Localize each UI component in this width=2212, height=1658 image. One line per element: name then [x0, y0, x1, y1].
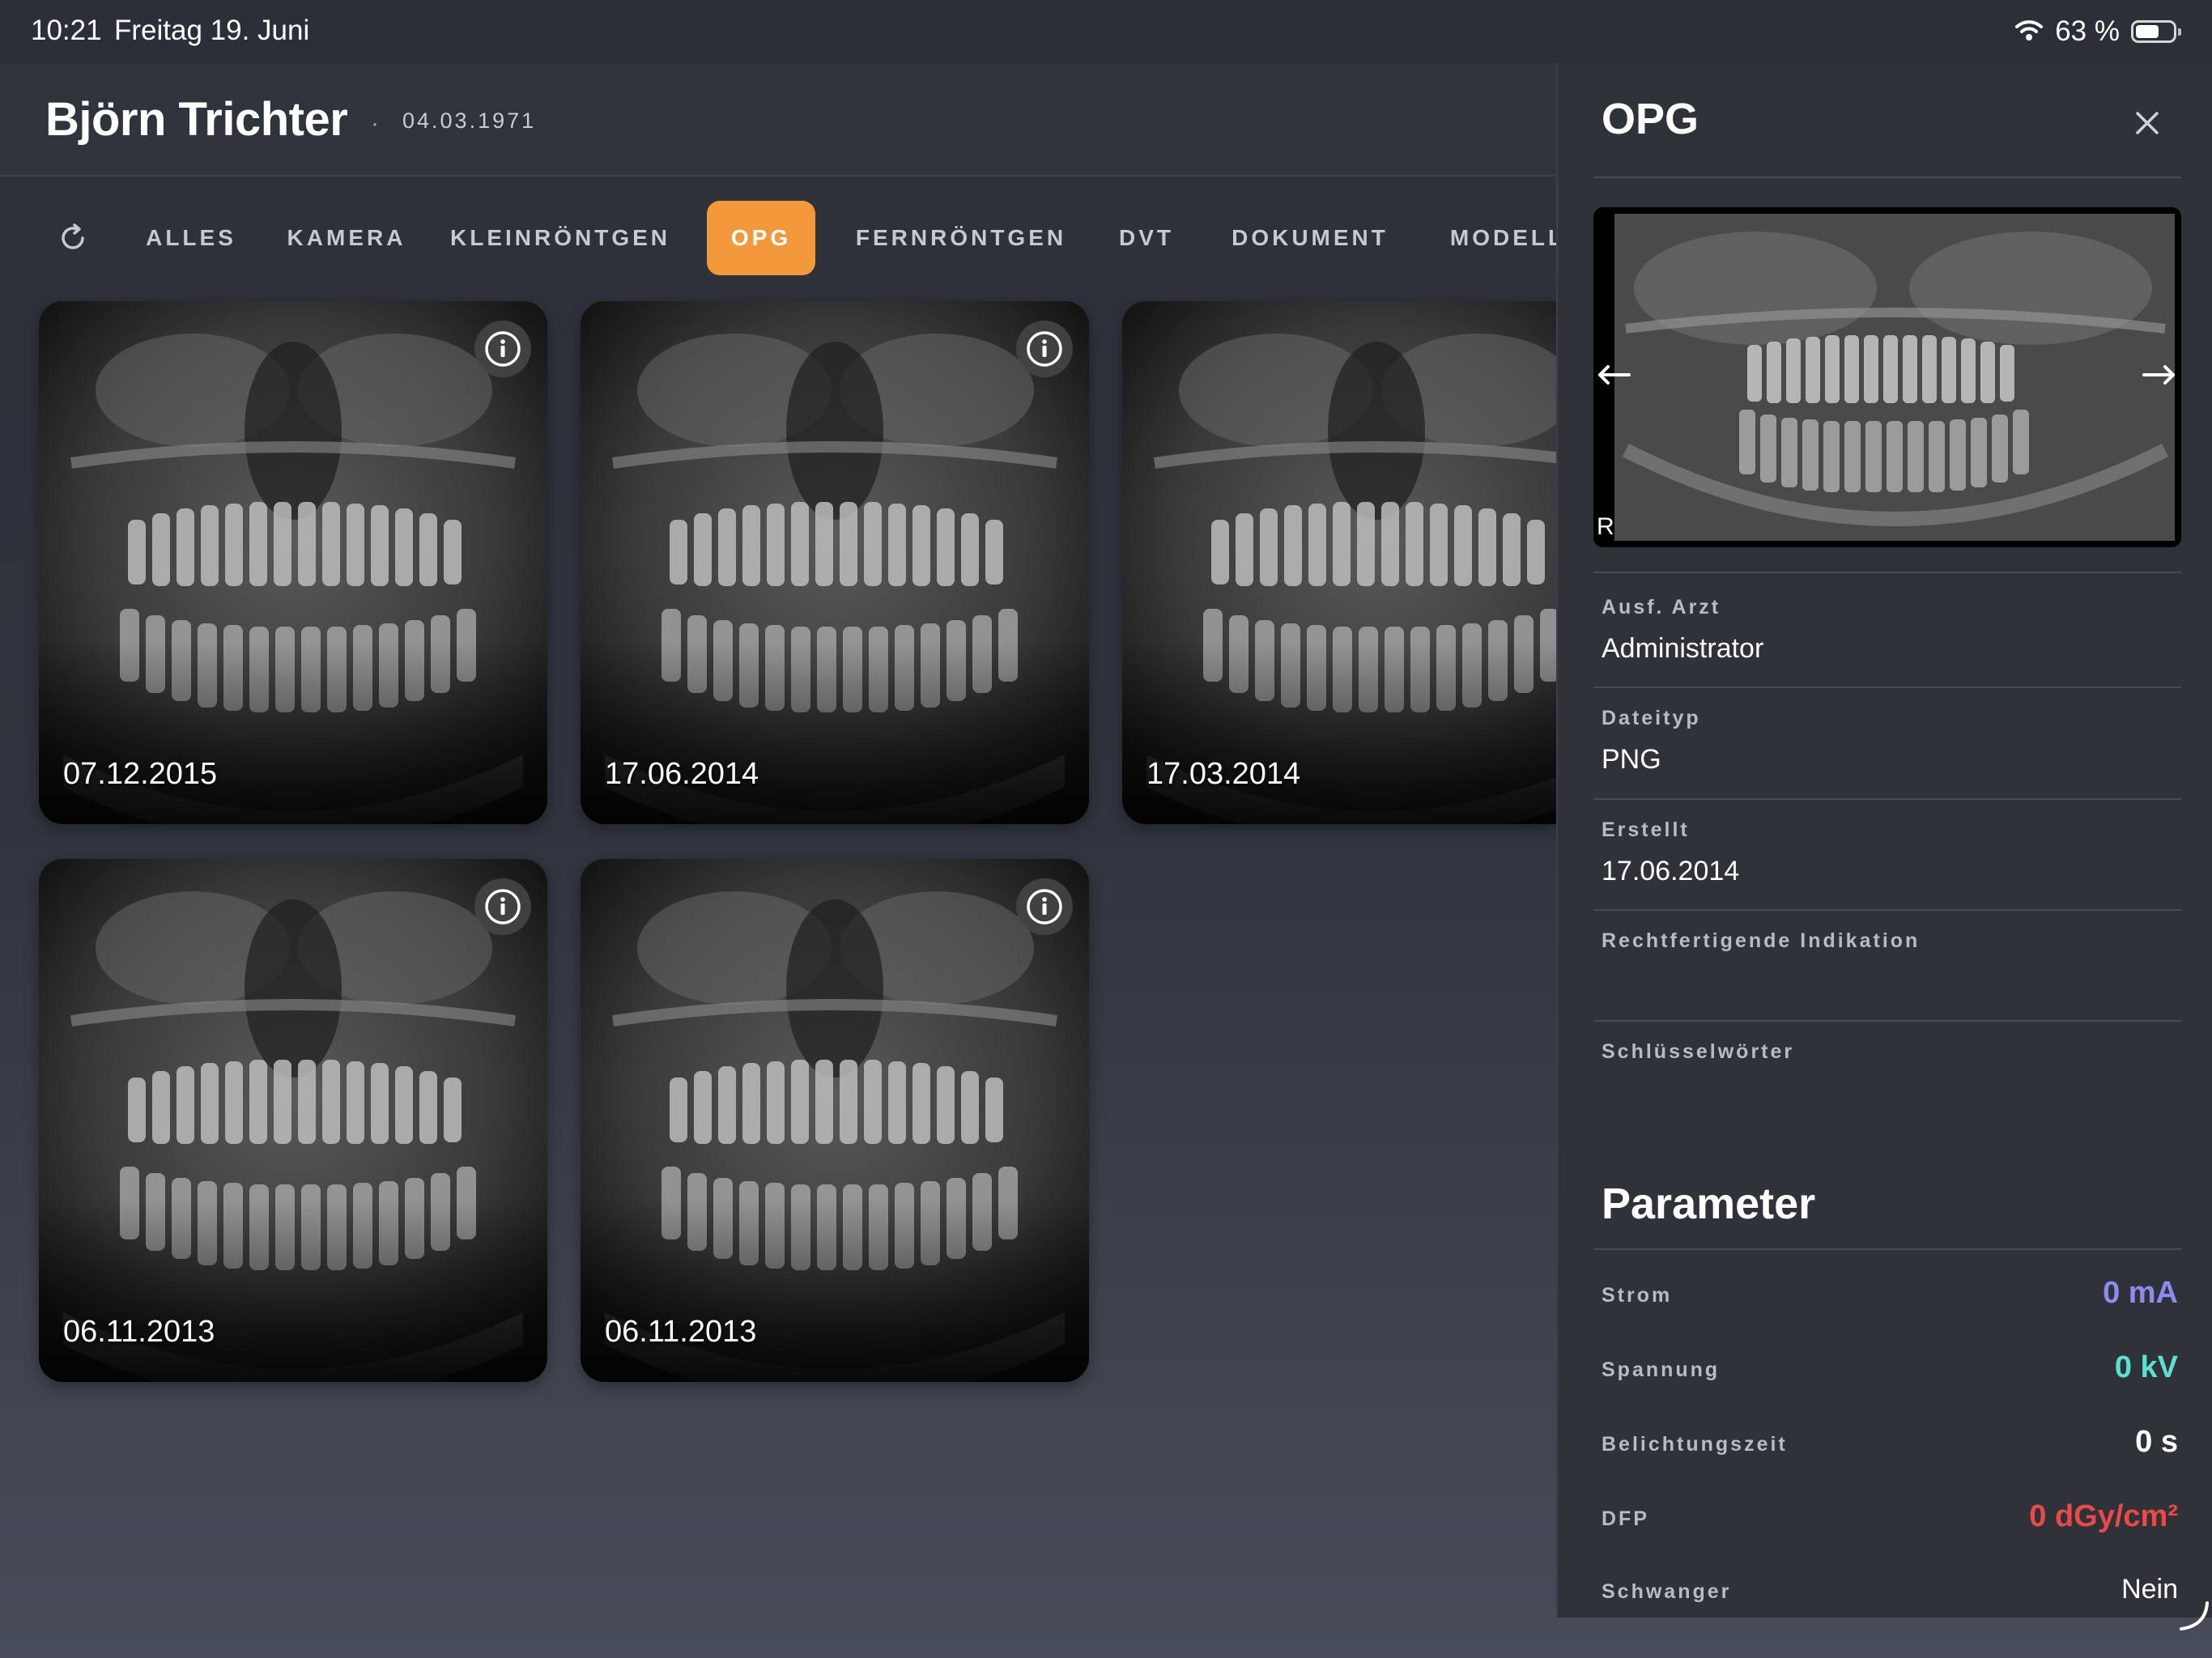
- param-label-belichtungszeit: Belichtungszeit: [1602, 1433, 1788, 1456]
- wifi-icon: [2014, 18, 2044, 46]
- xray-date: 06.11.2013: [63, 1315, 215, 1349]
- param-value-schwanger: Nein: [2121, 1574, 2178, 1605]
- info-icon[interactable]: [474, 878, 531, 935]
- tab-alles[interactable]: ALLES: [126, 201, 256, 275]
- field-label-arzt: Ausf. Arzt: [1602, 596, 1721, 619]
- xray-card[interactable]: 17.03.2014: [1122, 301, 1556, 824]
- tab-fernroentgen[interactable]: FERNRÖNTGEN: [847, 201, 1075, 275]
- xray-date: 07.12.2015: [63, 757, 218, 791]
- xray-card[interactable]: 06.11.2013: [39, 859, 547, 1382]
- detail-panel: OPG R Ausf. Arzt Administrator Dateityp …: [1556, 63, 2212, 1618]
- divider: [1593, 572, 2181, 573]
- divider: [1593, 176, 2181, 178]
- patient-header: Björn Trichter · 04.03.1971: [0, 63, 1556, 176]
- info-icon[interactable]: [1016, 321, 1073, 377]
- tab-opg[interactable]: OPG: [707, 201, 815, 275]
- param-label-spannung: Spannung: [1602, 1358, 1721, 1381]
- field-value-dateityp: PNG: [1602, 744, 1661, 775]
- param-value-belichtungszeit: 0 s: [2135, 1425, 2178, 1459]
- info-icon[interactable]: [474, 321, 531, 377]
- param-value-dfp: 0 dGy/cm²: [2029, 1499, 2178, 1533]
- divider: [1593, 1248, 2181, 1250]
- divider: [1593, 909, 2181, 911]
- xray-date: 17.06.2014: [605, 757, 759, 791]
- param-label-dfp: DFP: [1602, 1507, 1649, 1530]
- xray-thumbnail: [581, 301, 1089, 824]
- tab-dokument[interactable]: DOKUMENT: [1221, 201, 1399, 275]
- resize-handle-icon[interactable]: [2178, 1600, 2210, 1632]
- status-right: 63 %: [2014, 11, 2181, 52]
- field-value-arzt: Administrator: [1602, 633, 1764, 664]
- xray-card[interactable]: 17.06.2014: [581, 301, 1089, 824]
- divider: [1593, 687, 2181, 688]
- divider: [1593, 798, 2181, 800]
- param-label-strom: Strom: [1602, 1284, 1673, 1307]
- xray-card[interactable]: 06.11.2013: [581, 859, 1089, 1382]
- app-root: 10:21 Freitag 19. Juni 63 % Björn Tricht…: [0, 0, 2212, 1658]
- header-separator: ·: [371, 110, 379, 137]
- info-icon[interactable]: [1016, 878, 1073, 935]
- xray-date: 17.03.2014: [1146, 757, 1301, 791]
- preview-marker: R: [1597, 513, 1614, 540]
- battery-icon: [2131, 20, 2181, 43]
- refresh-icon[interactable]: [55, 220, 91, 256]
- tab-kamera[interactable]: KAMERA: [274, 201, 419, 275]
- parameters-heading: Parameter: [1602, 1180, 1816, 1228]
- battery-percent: 63 %: [2055, 15, 2120, 47]
- arrow-right-icon[interactable]: [2141, 363, 2178, 391]
- param-value-spannung: 0 kV: [2114, 1350, 2178, 1384]
- close-icon[interactable]: [2128, 104, 2167, 142]
- divider: [1593, 1020, 2181, 1022]
- patient-dob: 04.03.1971: [402, 108, 537, 133]
- param-value-strom: 0 mA: [2103, 1276, 2178, 1310]
- status-bar: 10:21 Freitag 19. Juni 63 %: [0, 0, 2212, 63]
- xray-date: 06.11.2013: [605, 1315, 757, 1349]
- arrow-left-icon[interactable]: [1595, 363, 1632, 391]
- field-label-erstellt: Erstellt: [1602, 818, 1690, 841]
- status-time: 10:21: [31, 15, 102, 46]
- param-label-schwanger: Schwanger: [1602, 1580, 1732, 1603]
- tab-kleinroentgen[interactable]: KLEINRÖNTGEN: [447, 201, 674, 275]
- panel-title: OPG: [1602, 95, 1699, 143]
- patient-name: Björn Trichter: [45, 93, 348, 146]
- status-date: Freitag 19. Juni: [114, 15, 310, 46]
- tab-modell[interactable]: MODELL: [1435, 201, 1556, 275]
- xray-thumbnail: [1122, 301, 1556, 824]
- xray-preview-image: R: [1593, 207, 2181, 547]
- field-value-erstellt: 17.06.2014: [1602, 856, 1740, 886]
- field-label-schluesselwoerter: Schlüsselwörter: [1602, 1040, 1795, 1063]
- xray-thumbnail: [581, 859, 1089, 1382]
- field-label-indikation: Rechtfertigende Indikation: [1602, 929, 1921, 952]
- xray-thumbnail: [39, 859, 547, 1382]
- image-preview[interactable]: R: [1593, 207, 2181, 547]
- xray-thumbnail: [39, 301, 547, 824]
- tab-dvt[interactable]: DVT: [1106, 201, 1187, 275]
- xray-card[interactable]: 07.12.2015: [39, 301, 547, 824]
- filter-tabs: ALLES KAMERA KLEINRÖNTGEN OPG FERNRÖNTGE…: [49, 201, 1556, 275]
- field-label-dateityp: Dateityp: [1602, 707, 1701, 729]
